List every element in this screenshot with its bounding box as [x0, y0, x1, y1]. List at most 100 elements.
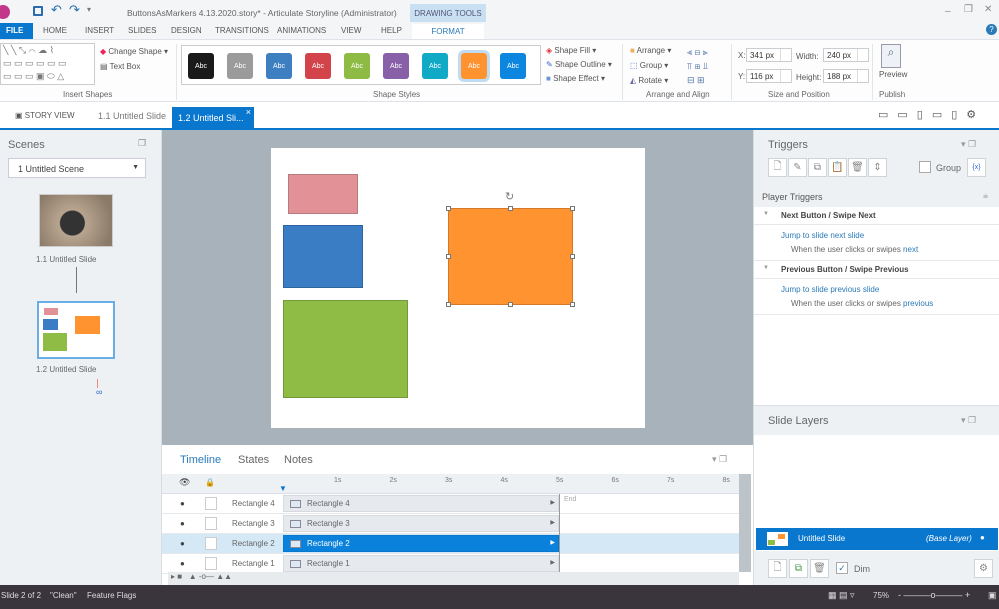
visibility-header-icon[interactable]: 👁 — [179, 477, 190, 488]
shape-fill-button[interactable]: ◈ Shape Fill ▾ — [546, 46, 596, 55]
feature-flags[interactable]: Feature Flags — [87, 591, 136, 600]
delete-trigger-button[interactable]: 🗑 — [848, 158, 867, 177]
trigger-action[interactable]: Jump to slide next slide — [781, 231, 864, 240]
rectangle-2[interactable]: ↻ — [446, 191, 575, 307]
panel-options-icon[interactable]: ▾ ❐ — [961, 139, 976, 150]
timeline-bar[interactable]: Rectangle 4 ▶ — [283, 495, 559, 512]
timeline-bar[interactable]: Rectangle 2 ▶ — [283, 535, 559, 552]
scene-dropdown[interactable]: 1 Untitled Scene ▼ — [8, 158, 146, 178]
lock-header-icon[interactable]: 🔒 — [205, 478, 215, 487]
redo-icon[interactable]: ↷ — [69, 2, 80, 18]
trigger-condition[interactable]: When the user clicks or swipes next — [791, 245, 918, 254]
help-icon[interactable]: ? — [986, 24, 997, 35]
view-icons[interactable]: ▦ ▤ ▿ — [828, 590, 855, 601]
arrange-button[interactable]: ■ Arrange ▾ — [630, 46, 671, 55]
rectangle-4[interactable] — [288, 174, 358, 214]
tab-help[interactable]: HELP — [381, 26, 402, 35]
eye-icon[interactable]: ● — [180, 519, 185, 528]
timeline-bar[interactable]: Rectangle 1 ▶ — [283, 555, 559, 572]
close-button[interactable]: ✕ — [984, 4, 992, 15]
lock-checkbox[interactable] — [205, 557, 217, 570]
shape-effect-button[interactable]: ■ Shape Effect ▾ — [546, 74, 605, 83]
shape-style-3[interactable]: Abc — [266, 53, 292, 79]
expand-icon[interactable]: ▶ — [550, 499, 555, 506]
base-layer-row[interactable]: Untitled Slide (Base Layer) ● — [756, 528, 998, 550]
lock-checkbox[interactable] — [205, 497, 217, 510]
restore-button[interactable]: ❐ — [964, 4, 973, 15]
trigger-header[interactable]: ▼ Next Button / Swipe Next — [754, 207, 999, 225]
zoom-slider[interactable]: - ———o——— + — [898, 590, 970, 600]
eye-icon[interactable]: ● — [180, 499, 185, 508]
copy-trigger-button[interactable]: ⧉ — [808, 158, 827, 177]
device-preview-icons[interactable]: ▭▭▯▭▯⚙ — [878, 108, 985, 121]
x-input[interactable]: 341 px — [746, 48, 792, 62]
rectangle-3[interactable] — [283, 225, 363, 288]
trigger-action[interactable]: Jump to slide previous slide — [781, 285, 879, 294]
delete-layer-button[interactable]: 🗑 — [810, 559, 829, 578]
text-box-button[interactable]: ▤ Text Box — [100, 62, 140, 71]
width-input[interactable]: 240 px — [823, 48, 869, 62]
shape-outline-button[interactable]: ✎ Shape Outline ▾ — [546, 60, 612, 69]
align-icons[interactable]: ⫷ ⊟ ⫸ ⫪ ⊞ ⫫ ⊟ ⊞ — [687, 45, 708, 87]
shape-style-6[interactable]: Abc — [383, 53, 409, 79]
minimize-button[interactable]: – — [945, 6, 951, 17]
playhead-icon[interactable]: ▼ — [279, 484, 287, 493]
y-input[interactable]: 116 px — [746, 69, 792, 83]
layer-settings-button[interactable]: ⚙ — [974, 559, 993, 578]
expand-icon[interactable]: ▶ — [550, 539, 555, 546]
undo-icon[interactable]: ↶ — [51, 2, 62, 18]
group-checkbox[interactable] — [919, 161, 931, 173]
timeline-row[interactable]: ● Rectangle 1 Rectangle 1 ▶ — [162, 554, 739, 574]
end-marker[interactable] — [559, 494, 560, 572]
shape-style-1[interactable]: Abc — [188, 53, 214, 79]
edit-trigger-button[interactable]: ✎ — [788, 158, 807, 177]
tab-view[interactable]: VIEW — [341, 26, 361, 35]
lock-checkbox[interactable] — [205, 537, 217, 550]
timeline-row[interactable]: ● Rectangle 4 Rectangle 4 ▶ — [162, 494, 739, 514]
preview-icon[interactable]: ⌕ — [881, 44, 901, 68]
fit-icon[interactable]: ▣ — [988, 590, 997, 601]
eye-icon[interactable]: ● — [980, 533, 985, 542]
eye-icon[interactable]: ● — [180, 559, 185, 568]
tab-animations[interactable]: ANIMATIONS — [277, 26, 326, 35]
change-shape-button[interactable]: ◆ Change Shape ▾ — [100, 47, 168, 56]
new-layer-button[interactable]: 🗋 — [768, 559, 787, 578]
slide-canvas[interactable]: ↻ — [271, 148, 645, 428]
vertical-scrollbar[interactable] — [739, 474, 751, 572]
tab-insert[interactable]: INSERT — [85, 26, 114, 35]
preview-button[interactable]: Preview — [879, 70, 907, 79]
expand-icon[interactable]: ▶ — [550, 559, 555, 566]
trigger-header[interactable]: ▼ Previous Button / Swipe Previous — [754, 261, 999, 279]
tab-home[interactable]: HOME — [43, 26, 67, 35]
slide-thumb-1-2[interactable] — [37, 301, 115, 359]
timeline-row[interactable]: ● Rectangle 2 Rectangle 2 ▶ — [162, 534, 739, 554]
rectangle-1[interactable] — [283, 300, 408, 398]
timeline-controls[interactable]: ▸ ■ ▲ -o— ▲▲ — [168, 572, 739, 585]
duplicate-layer-button[interactable]: ⧉ — [789, 559, 808, 578]
eye-icon[interactable]: ● — [180, 539, 185, 548]
rotate-handle-icon[interactable]: ↻ — [505, 190, 514, 203]
group-button[interactable]: ⬚ Group ▾ — [630, 61, 668, 70]
shape-style-4[interactable]: Abc — [305, 53, 331, 79]
shape-style-7[interactable]: Abc — [422, 53, 448, 79]
shape-style-8[interactable]: Abc — [458, 50, 490, 82]
paste-trigger-button[interactable]: 📋 — [828, 158, 847, 177]
qat-customize-icon[interactable]: ▾ — [87, 5, 91, 14]
expand-icon[interactable]: ▶ — [550, 519, 555, 526]
tab-format[interactable]: FORMAT — [412, 24, 484, 39]
tab-states[interactable]: States — [238, 454, 269, 466]
trigger-condition[interactable]: When the user clicks or swipes previous — [791, 299, 933, 308]
panel-options-icon[interactable]: ▾ ❐ — [712, 454, 727, 465]
height-input[interactable]: 188 px — [823, 69, 869, 83]
collapse-icon[interactable]: ▼ — [763, 211, 769, 217]
shape-gallery[interactable]: ╲ ╲ ⤡ ⌒ ☁ ⌇ ▭ ▭ ▭ ▭ ▭ ▭ ▭ ▭ ▭ ▣ ⬭ △ — [0, 43, 95, 85]
shape-style-2[interactable]: Abc — [227, 53, 253, 79]
variables-button[interactable]: {x} — [967, 158, 986, 177]
tab-timeline[interactable]: Timeline — [180, 454, 221, 466]
panel-options-icon[interactable]: ▾ ❐ — [961, 415, 976, 426]
tab-notes[interactable]: Notes — [284, 454, 313, 466]
tab-transitions[interactable]: TRANSITIONS — [215, 26, 269, 35]
close-tab-icon[interactable]: × — [246, 107, 251, 117]
story-view-tab[interactable]: ▣ STORY VIEW — [15, 111, 75, 120]
tab-design[interactable]: DESIGN — [171, 26, 202, 35]
